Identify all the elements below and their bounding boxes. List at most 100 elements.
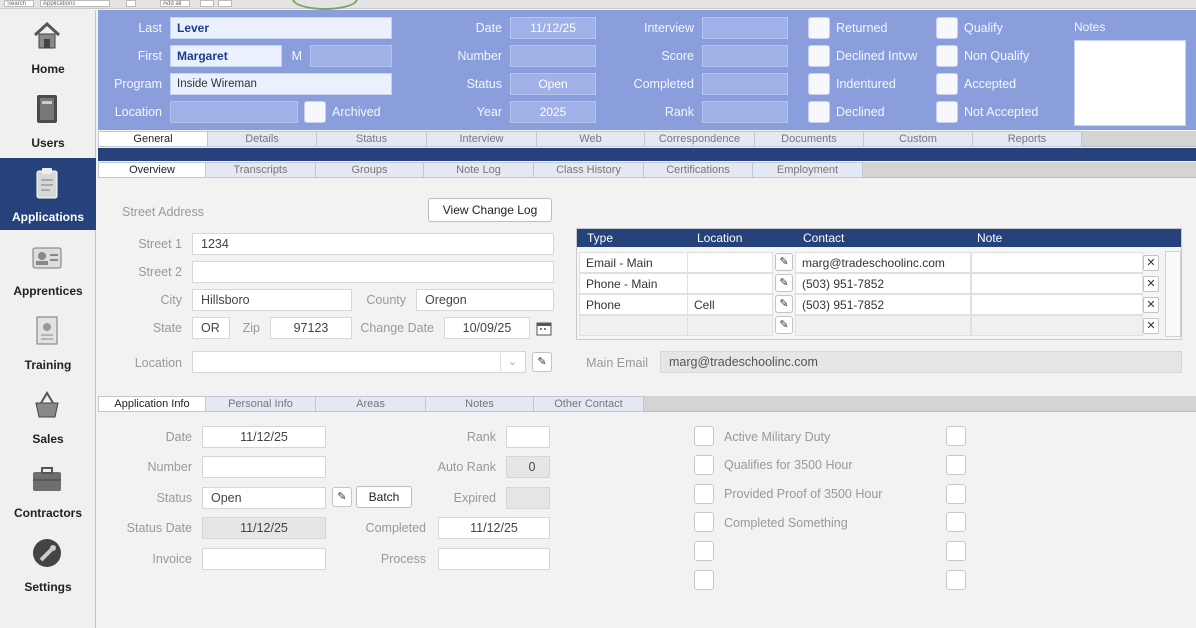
right-checkbox-2[interactable] [946, 455, 966, 475]
tab-application-info[interactable]: Application Info [98, 396, 206, 412]
tab-overview[interactable]: Overview [98, 162, 206, 178]
tab-note-log[interactable]: Note Log [424, 162, 534, 178]
declined-checkbox[interactable] [808, 101, 830, 123]
contact-note-cell[interactable] [971, 252, 1143, 273]
contact-note-cell[interactable] [971, 273, 1143, 294]
contact-note-cell[interactable] [971, 294, 1143, 315]
archived-checkbox[interactable] [304, 101, 326, 123]
delete-row-icon[interactable]: ✕ [1143, 276, 1159, 292]
middle-initial-field[interactable] [310, 45, 392, 67]
contact-type-cell[interactable]: Phone [579, 294, 689, 315]
contact-type-cell[interactable]: Phone - Main [579, 273, 689, 294]
process-field[interactable] [438, 548, 550, 570]
last-name-field[interactable]: Lever [170, 17, 392, 39]
state-field[interactable]: OR [192, 317, 230, 339]
score-field[interactable] [702, 45, 788, 67]
sidebar-item-users[interactable]: Users [0, 84, 96, 156]
sidebar-item-sales[interactable]: Sales [0, 380, 96, 452]
invoice-field[interactable] [202, 548, 326, 570]
completed-field[interactable] [702, 73, 788, 95]
contact-value-cell[interactable] [795, 315, 971, 336]
tab-certifications[interactable]: Certifications [644, 162, 753, 178]
tab-documents[interactable]: Documents [755, 131, 864, 147]
app-status-field[interactable]: Open [202, 487, 326, 509]
accepted-checkbox[interactable] [936, 73, 958, 95]
contact-location-cell[interactable]: Cell [687, 294, 773, 315]
tab-notes[interactable]: Notes [426, 396, 534, 412]
top-button[interactable] [126, 0, 136, 7]
tab-status[interactable]: Status [317, 131, 427, 147]
tab-areas[interactable]: Areas [316, 396, 426, 412]
delete-row-icon[interactable]: ✕ [1143, 297, 1159, 313]
sidebar-item-settings[interactable]: Settings [0, 528, 96, 600]
tab-employment[interactable]: Employment [753, 162, 863, 178]
not-accepted-checkbox[interactable] [936, 101, 958, 123]
tab-reports[interactable]: Reports [973, 131, 1082, 147]
right-checkbox-6[interactable] [946, 570, 966, 590]
top-add-field[interactable]: Add all [160, 0, 190, 7]
notes-field[interactable] [1074, 40, 1186, 126]
street1-field[interactable]: 1234 [192, 233, 554, 255]
contacts-scrollbar[interactable] [1165, 251, 1181, 337]
pencil-icon[interactable]: ✎ [775, 253, 793, 271]
pencil-icon[interactable]: ✎ [332, 487, 352, 507]
contact-value-cell[interactable]: (503) 951-7852 [795, 294, 971, 315]
view-change-log-button[interactable]: View Change Log [428, 198, 552, 222]
qualifies-3500-checkbox[interactable] [694, 455, 714, 475]
tab-web[interactable]: Web [537, 131, 645, 147]
location-dropdown-icon[interactable]: ⌄ [500, 353, 524, 371]
declined-intvw-checkbox[interactable] [808, 45, 830, 67]
indentured-checkbox[interactable] [808, 73, 830, 95]
right-checkbox-4[interactable] [946, 512, 966, 532]
location-field[interactable] [170, 101, 298, 123]
tab-custom[interactable]: Custom [864, 131, 973, 147]
contact-type-cell[interactable] [579, 315, 689, 336]
tab-transcripts[interactable]: Transcripts [206, 162, 316, 178]
pencil-icon[interactable]: ✎ [532, 352, 552, 372]
tab-general[interactable]: General [98, 131, 208, 147]
app-date-field[interactable]: 11/12/25 [202, 426, 326, 448]
returned-checkbox[interactable] [808, 17, 830, 39]
completed-something-checkbox[interactable] [694, 512, 714, 532]
pencil-icon[interactable]: ✎ [775, 295, 793, 313]
rank-field[interactable] [702, 101, 788, 123]
app-rank-field[interactable] [506, 426, 550, 448]
table-row[interactable]: ✎ [577, 315, 1143, 336]
top-layout-select[interactable]: Applications [40, 0, 110, 7]
contact-location-cell[interactable] [687, 315, 773, 336]
calendar-icon[interactable] [534, 318, 554, 338]
status-field[interactable]: Open [510, 73, 596, 95]
extra-checkbox-2[interactable] [694, 570, 714, 590]
top-search-field[interactable]: Search [4, 0, 34, 7]
proof-3500-checkbox[interactable] [694, 484, 714, 504]
delete-row-icon[interactable]: ✕ [1143, 255, 1159, 271]
county-field[interactable]: Oregon [416, 289, 554, 311]
interview-field[interactable] [702, 17, 788, 39]
right-checkbox-1[interactable] [946, 426, 966, 446]
address-location-field[interactable] [192, 351, 526, 373]
number-field[interactable] [510, 45, 596, 67]
tab-class-history[interactable]: Class History [534, 162, 644, 178]
contact-location-cell[interactable] [687, 273, 773, 294]
delete-row-icon[interactable]: ✕ [1143, 318, 1159, 334]
contact-note-cell[interactable] [971, 315, 1143, 336]
qualify-checkbox[interactable] [936, 17, 958, 39]
table-row[interactable]: Phone - Main ✎ (503) 951-7852 [577, 273, 1143, 294]
table-row[interactable]: Email - Main ✎ marg@tradeschoolinc.com [577, 252, 1143, 273]
zip-field[interactable]: 97123 [270, 317, 352, 339]
sidebar-item-training[interactable]: Training [0, 306, 96, 378]
app-number-field[interactable] [202, 456, 326, 478]
contact-value-cell[interactable]: marg@tradeschoolinc.com [795, 252, 971, 273]
right-checkbox-3[interactable] [946, 484, 966, 504]
program-field[interactable]: Inside Wireman [170, 73, 392, 95]
year-field[interactable]: 2025 [510, 101, 596, 123]
extra-checkbox-1[interactable] [694, 541, 714, 561]
pencil-icon[interactable]: ✎ [775, 274, 793, 292]
tab-other-contact[interactable]: Other Contact [534, 396, 644, 412]
tab-personal-info[interactable]: Personal Info [206, 396, 316, 412]
change-date-field[interactable]: 10/09/25 [444, 317, 530, 339]
city-field[interactable]: Hillsboro [192, 289, 352, 311]
right-checkbox-5[interactable] [946, 541, 966, 561]
tab-interview[interactable]: Interview [427, 131, 537, 147]
contact-type-cell[interactable]: Email - Main [579, 252, 689, 273]
